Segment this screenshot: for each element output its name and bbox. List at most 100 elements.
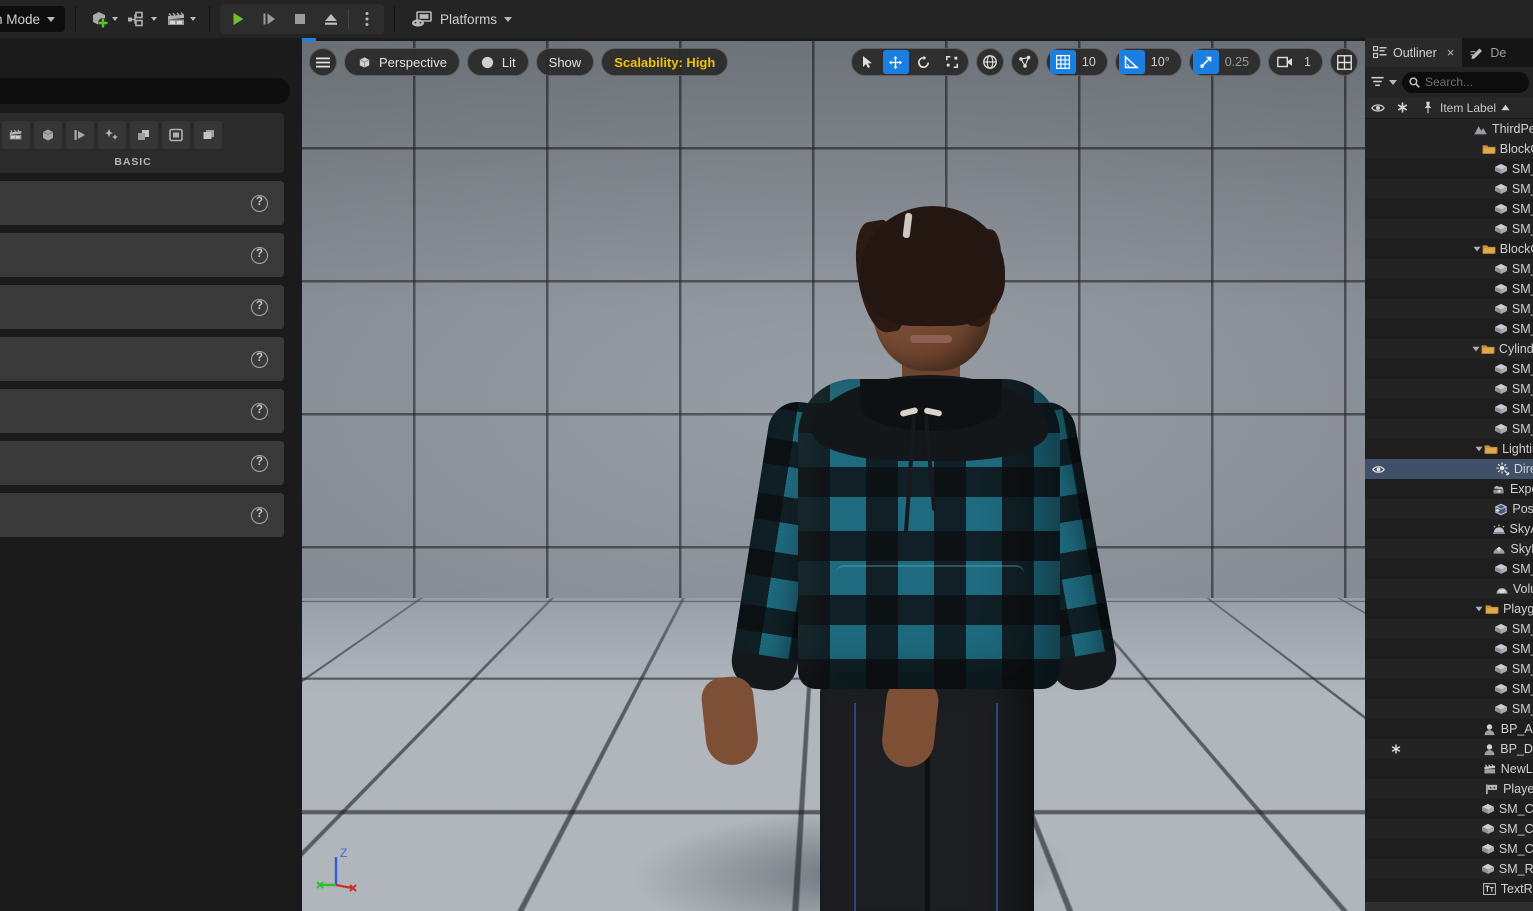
outliner-row[interactable]: SM_Ra bbox=[1365, 859, 1533, 879]
item-label-column-header[interactable]: Item Label bbox=[1440, 101, 1533, 115]
category-recently-placed[interactable] bbox=[2, 121, 30, 149]
outliner-row[interactable]: BP_Da bbox=[1365, 739, 1533, 759]
rotate-tool-button[interactable] bbox=[911, 50, 937, 74]
tab-outliner[interactable]: Outliner × bbox=[1365, 38, 1463, 67]
show-flags-button[interactable]: Show bbox=[535, 48, 595, 76]
camera-speed-toggle[interactable] bbox=[1272, 50, 1298, 74]
outliner-row[interactable]: SM_ bbox=[1365, 299, 1533, 319]
outliner-row[interactable]: SkyA bbox=[1365, 519, 1533, 539]
outliner-search-input[interactable]: Search... bbox=[1402, 71, 1529, 93]
list-item[interactable]: ? bbox=[0, 181, 284, 225]
scalability-button[interactable]: Scalability: High bbox=[601, 48, 729, 76]
outliner-tree[interactable]: ThirdPer BlockO SM_ SM_ SM_ SM_ BlockO SM_ SM_ SM… bbox=[1365, 119, 1533, 899]
add-content-button[interactable] bbox=[86, 4, 121, 34]
angle-snap-toggle[interactable] bbox=[1118, 50, 1145, 74]
camera-mode-button[interactable]: Perspective bbox=[344, 48, 460, 76]
outliner-row[interactable]: BP_Ad bbox=[1365, 719, 1533, 739]
outliner-row[interactable]: BlockO bbox=[1365, 239, 1533, 259]
outliner-row[interactable]: SkyL bbox=[1365, 539, 1533, 559]
camera-speed-value[interactable]: 1 bbox=[1299, 55, 1320, 69]
outliner-row[interactable]: SM_ bbox=[1365, 179, 1533, 199]
outliner-row[interactable]: SM_Ch bbox=[1365, 799, 1533, 819]
category-volumes[interactable] bbox=[162, 121, 190, 149]
category-basic[interactable] bbox=[34, 121, 62, 149]
help-icon[interactable]: ? bbox=[251, 506, 268, 524]
row-expand-arrow[interactable] bbox=[1475, 446, 1484, 452]
help-icon[interactable]: ? bbox=[251, 350, 268, 368]
scale-tool-button[interactable] bbox=[939, 50, 965, 74]
outliner-row[interactable]: SM_ bbox=[1365, 559, 1533, 579]
row-visibility-toggle[interactable] bbox=[1369, 465, 1387, 474]
pin-column-header[interactable] bbox=[1415, 101, 1440, 114]
skip-frame-button[interactable] bbox=[253, 5, 284, 33]
scale-snap-toggle[interactable] bbox=[1192, 50, 1219, 74]
category-cinematic[interactable] bbox=[98, 121, 126, 149]
outliner-row[interactable]: SM_Ch bbox=[1365, 839, 1533, 859]
outliner-row[interactable]: SM_ bbox=[1365, 279, 1533, 299]
outliner-row[interactable]: SM_ bbox=[1365, 659, 1533, 679]
scale-snap-value[interactable]: 0.25 bbox=[1220, 55, 1258, 69]
outliner-row[interactable]: Post bbox=[1365, 499, 1533, 519]
category-all-classes-2[interactable] bbox=[194, 121, 222, 149]
list-item[interactable]: ? bbox=[0, 233, 284, 277]
outliner-row[interactable]: SM_ bbox=[1365, 199, 1533, 219]
outliner-row[interactable]: SM_ bbox=[1365, 319, 1533, 339]
outliner-row[interactable]: Expo bbox=[1365, 479, 1533, 499]
chevron-down-icon[interactable] bbox=[1389, 79, 1397, 85]
surface-snapping-button[interactable] bbox=[1010, 48, 1039, 76]
outliner-row[interactable]: SM_ bbox=[1365, 699, 1533, 719]
viewport-options-button[interactable] bbox=[309, 48, 337, 76]
help-icon[interactable]: ? bbox=[251, 402, 268, 420]
outliner-row[interactable]: SM_ bbox=[1365, 419, 1533, 439]
outliner-row[interactable]: SM_ bbox=[1365, 399, 1533, 419]
row-expand-arrow[interactable] bbox=[1475, 606, 1484, 612]
move-tool-button[interactable] bbox=[882, 50, 909, 74]
outliner-row[interactable]: SM_ bbox=[1365, 159, 1533, 179]
filter-icon[interactable] bbox=[1371, 76, 1384, 88]
row-favorite-toggle[interactable] bbox=[1387, 744, 1405, 754]
outliner-row[interactable]: Cylinde bbox=[1365, 339, 1533, 359]
level-viewport[interactable]: Perspective Lit Show Scalability: High 1… bbox=[302, 38, 1365, 911]
outliner-row[interactable]: Volu bbox=[1365, 579, 1533, 599]
outliner-row[interactable]: SM_Ch bbox=[1365, 819, 1533, 839]
outliner-row[interactable]: SM_ bbox=[1365, 379, 1533, 399]
angle-snap-value[interactable]: 10° bbox=[1146, 55, 1179, 69]
help-icon[interactable]: ? bbox=[251, 454, 268, 472]
list-item[interactable]: ? bbox=[0, 285, 284, 329]
play-button[interactable] bbox=[222, 5, 253, 33]
place-actors-search-input[interactable] bbox=[0, 78, 290, 104]
view-mode-button[interactable]: Lit bbox=[466, 48, 529, 76]
eject-button[interactable] bbox=[315, 5, 346, 33]
favorite-column-header[interactable] bbox=[1390, 102, 1415, 113]
outliner-row[interactable]: ThirdPer bbox=[1365, 119, 1533, 139]
outliner-row[interactable]: SM_ bbox=[1365, 639, 1533, 659]
close-icon[interactable]: × bbox=[1447, 45, 1455, 60]
row-expand-arrow[interactable] bbox=[1472, 346, 1481, 352]
help-icon[interactable]: ? bbox=[251, 298, 268, 316]
outliner-row[interactable]: SM_ bbox=[1365, 619, 1533, 639]
select-tool-button[interactable] bbox=[855, 50, 881, 74]
outliner-row[interactable]: SM_ bbox=[1365, 679, 1533, 699]
blueprints-button[interactable] bbox=[123, 4, 160, 34]
visibility-column-header[interactable] bbox=[1365, 103, 1390, 113]
platforms-button[interactable]: Platforms bbox=[405, 5, 518, 33]
help-icon[interactable]: ? bbox=[251, 194, 268, 212]
list-item[interactable]: ? bbox=[0, 337, 284, 381]
play-options-button[interactable] bbox=[351, 5, 382, 33]
character-mesh[interactable] bbox=[699, 193, 1130, 911]
outliner-row[interactable]: Playgr bbox=[1365, 599, 1533, 619]
outliner-horizontal-scrollbar[interactable] bbox=[1365, 902, 1533, 911]
list-item[interactable]: ? bbox=[0, 389, 284, 433]
cinematics-button[interactable] bbox=[162, 4, 199, 34]
outliner-row[interactable]: Player bbox=[1365, 779, 1533, 799]
coordinate-system-button[interactable] bbox=[975, 48, 1004, 76]
grid-snap-value[interactable]: 10 bbox=[1077, 55, 1105, 69]
outliner-row[interactable]: BlockO bbox=[1365, 139, 1533, 159]
viewport-layout-button[interactable] bbox=[1330, 48, 1358, 76]
help-icon[interactable]: ? bbox=[251, 246, 268, 264]
outliner-row[interactable]: Dire bbox=[1365, 459, 1533, 479]
tab-details[interactable]: De bbox=[1462, 38, 1515, 67]
outliner-row[interactable]: SM_ bbox=[1365, 359, 1533, 379]
outliner-row[interactable]: NewLe bbox=[1365, 759, 1533, 779]
list-item[interactable]: ? bbox=[0, 441, 284, 485]
